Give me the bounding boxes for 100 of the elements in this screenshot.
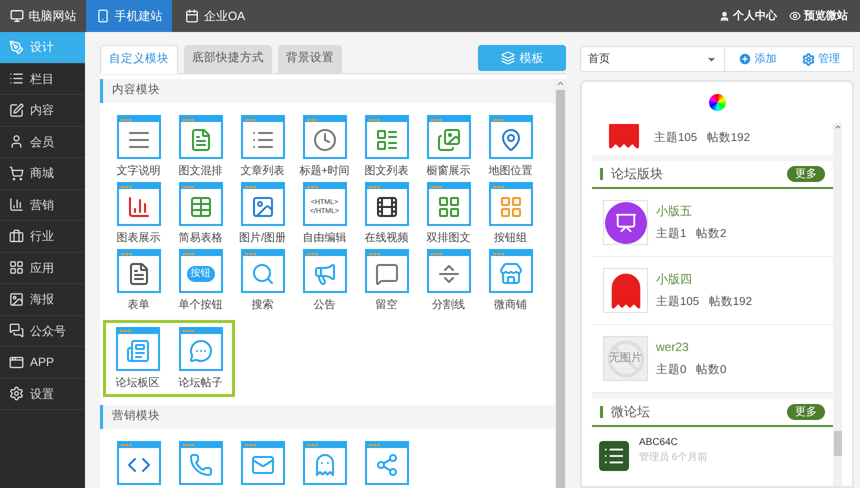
layers-icon [500, 51, 514, 65]
module-button[interactable]: 橱窗展示 [417, 115, 480, 182]
editor-tab[interactable]: 底部快捷方式 [184, 45, 272, 73]
module-button[interactable]: 微商铺 [479, 249, 542, 316]
module-button[interactable]: 搜索 [231, 249, 294, 316]
settings-icon [802, 52, 815, 66]
eye-icon [789, 10, 801, 22]
map-pin-icon [488, 115, 532, 159]
clock-icon [302, 115, 346, 159]
editor-tab[interactable]: 背景设置 [278, 45, 342, 73]
sidebar-item[interactable]: 行业 [0, 221, 85, 252]
newspaper-icon [116, 326, 160, 370]
top-nav-tab[interactable]: 电脑网站 [0, 0, 86, 32]
sidebar-item[interactable]: 海报 [0, 284, 85, 316]
top-link[interactable]: 预览微站 [783, 0, 854, 32]
gallery-icon [426, 115, 470, 159]
module-button[interactable]: 图表展示 [107, 182, 170, 249]
user-icon [719, 10, 730, 22]
calendar-icon [184, 9, 199, 23]
sidebar-item[interactable]: 栏目 [0, 64, 85, 95]
module-button[interactable]: 地图位置 [479, 115, 542, 182]
module-button[interactable]: 公告 [293, 249, 356, 316]
page-select[interactable]: 首页 [581, 47, 725, 71]
module-button[interactable]: 图片/图册 [231, 182, 294, 249]
sidebar-item[interactable]: 公众号 [0, 316, 85, 347]
presenter-icon [603, 200, 648, 245]
module-button[interactable]: 留空 [355, 249, 418, 316]
module-button[interactable]: 图文列表 [355, 115, 418, 182]
module-button[interactable]: 文字说明 [107, 115, 170, 182]
bar-chart-icon [116, 182, 160, 226]
button-icon: 按钮 [178, 249, 222, 293]
scrollbar-thumb[interactable] [834, 431, 842, 456]
scroll-up-icon[interactable] [556, 79, 565, 88]
forum-stats: 主题105 帖数192 [656, 294, 752, 310]
edit-icon [9, 102, 24, 118]
megaphone-icon [302, 249, 346, 293]
forum-stats: 主题1 帖数2 [656, 226, 726, 242]
briefcase-icon [9, 228, 24, 244]
scroll-up-icon[interactable] [834, 123, 842, 131]
image-code-icon [116, 440, 160, 484]
sidebar-item[interactable]: 设置 [0, 378, 85, 410]
top-nav-tab[interactable]: 手机建站 [86, 0, 172, 32]
more-button[interactable]: 更多 [787, 404, 825, 420]
ghost-icon [302, 440, 346, 484]
module-button[interactable]: 论坛板区 [106, 326, 169, 394]
forum-stats: 主题105 帖数192 [654, 130, 750, 146]
module-button[interactable]: 分割线 [417, 249, 480, 316]
top-nav-tab[interactable]: 企业OA [172, 0, 258, 32]
smartphone-icon [96, 9, 110, 23]
list-avatar-icon [599, 441, 629, 471]
module-button[interactable]: 在线视频 [355, 182, 418, 249]
section-title: 微论坛 [600, 406, 650, 418]
mail-icon [240, 440, 284, 484]
store-icon [488, 249, 532, 293]
grid-icon [488, 182, 532, 226]
module-button[interactable]: 表单 [107, 249, 170, 316]
sidebar-item[interactable]: 应用 [0, 252, 85, 284]
module-button[interactable]: 简易表格 [169, 182, 232, 249]
post-meta: 管理员 6个月前 [639, 451, 708, 465]
module-button[interactable]: 按钮组 [479, 182, 542, 249]
sidebar-item[interactable]: APP [0, 347, 85, 378]
scrollbar-thumb[interactable] [556, 90, 565, 488]
photo-icon [240, 182, 284, 226]
color-wheel-icon [708, 94, 726, 111]
user-icon [9, 134, 24, 150]
more-button[interactable]: 更多 [787, 166, 825, 182]
share-icon [364, 440, 408, 484]
forum-board-item[interactable]: 小版五 主题1 帖数2 [592, 189, 833, 257]
module-button[interactable]: 论坛帖子 [169, 326, 232, 394]
cart-icon [9, 166, 24, 181]
module-button[interactable]: 标题+时间 [293, 115, 356, 182]
top-link[interactable]: 个人中心 [713, 0, 783, 32]
forum-name: wer23 [656, 338, 690, 356]
film-icon [364, 182, 408, 226]
image-list-icon [364, 115, 408, 159]
chat-bubble-icon [178, 326, 222, 370]
image-icon [9, 292, 24, 307]
sidebar-item[interactable]: 商城 [0, 158, 85, 190]
bar-chart-icon [9, 197, 24, 212]
manage-button[interactable]: 管理 [789, 47, 853, 71]
sidebar-item[interactable]: 会员 [0, 126, 85, 158]
forum-name: 小版五 [656, 202, 693, 220]
module-button[interactable]: 按钮 单个按钮 [169, 249, 232, 316]
section-header: 内容模块 [100, 79, 555, 103]
forum-board-item[interactable]: 无图片 wer23 主题0 帖数0 [592, 325, 833, 393]
chat-icon [9, 323, 24, 338]
forum-stats: 主题0 帖数0 [656, 362, 726, 378]
module-button[interactable]: 图文混排 [169, 115, 232, 182]
module-button[interactable]: 文章列表 [231, 115, 294, 182]
pen-icon [9, 40, 24, 55]
no-image-placeholder: 无图片 [603, 336, 648, 381]
ghost-icon [603, 268, 648, 313]
sidebar-item[interactable]: 营销 [0, 190, 85, 221]
module-button[interactable]: 双排图文 [417, 182, 480, 249]
grid-icon [9, 260, 24, 276]
sidebar-item[interactable]: 内容 [0, 95, 85, 126]
forum-board-item[interactable]: 小版四 主题105 帖数192 [592, 257, 833, 325]
image-text-icon [178, 115, 222, 159]
text-lines-icon [116, 115, 160, 159]
list-icon [240, 115, 284, 159]
